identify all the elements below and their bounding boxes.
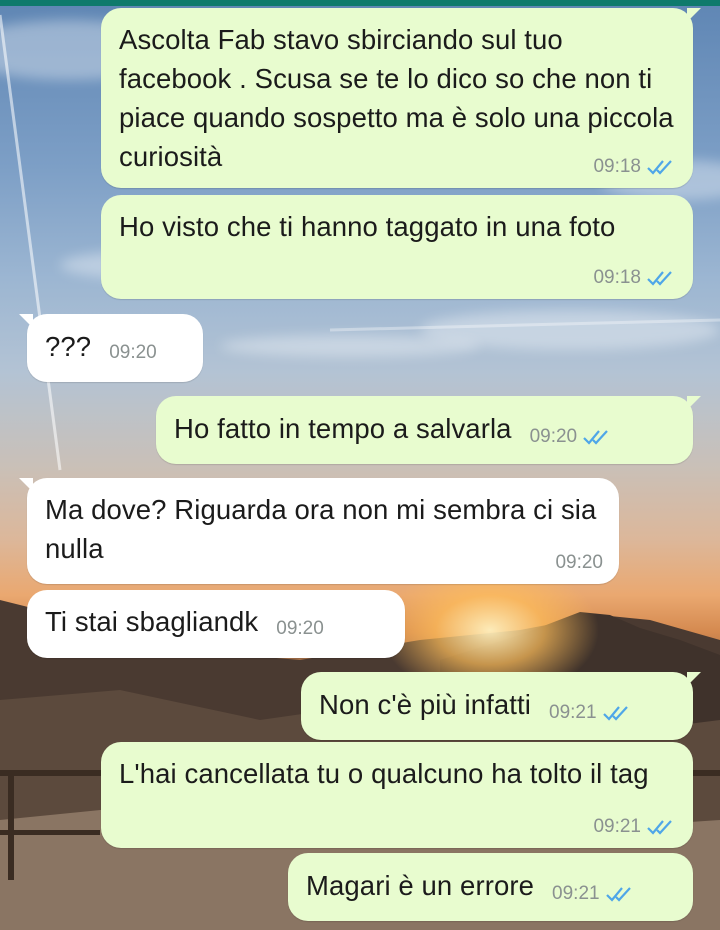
message-time: 09:18 — [593, 267, 641, 288]
double-check-icon — [647, 820, 672, 835]
message-text: Ho visto che ti hanno taggato in una fot… — [119, 211, 616, 242]
double-check-icon — [602, 706, 628, 721]
message-text: Ma dove? Riguarda ora non mi sembra ci s… — [45, 494, 605, 564]
message-meta: 09:18 — [593, 156, 677, 178]
message-time: 09:21 — [549, 702, 597, 723]
message-bubble-outgoing[interactable]: Non c'è più infatti 09:21 — [301, 672, 701, 740]
message-time: 09:20 — [529, 426, 578, 447]
message-time: 09:20 — [555, 552, 603, 573]
message-meta: 09:20 — [530, 426, 614, 448]
double-check-icon — [583, 430, 608, 445]
message-bubble-outgoing[interactable]: L'hai cancellata tu o qualcuno ha tolto … — [101, 742, 693, 848]
double-check-icon — [647, 160, 672, 175]
message-meta: 09:18 — [593, 267, 677, 289]
message-bubble-outgoing[interactable]: Ho fatto in tempo a salvarla 09:20 — [156, 396, 701, 464]
message-bubble-outgoing[interactable]: Ho visto che ti hanno taggato in una fot… — [101, 195, 693, 299]
message-text: Ho fatto in tempo a salvarla — [174, 413, 512, 444]
message-time: 09:21 — [593, 816, 641, 837]
message-bubble-incoming[interactable]: Ti stai sbagliandk 09:20 — [27, 590, 405, 658]
message-bubble-outgoing[interactable]: Ascolta Fab stavo sbirciando sul tuo fac… — [101, 8, 701, 188]
message-bubble-incoming[interactable]: ??? 09:20 — [19, 314, 203, 382]
message-text: Magari è un errore — [306, 870, 535, 901]
message-text: Non c'è più infatti — [319, 689, 531, 720]
message-meta: 09:21 — [593, 816, 677, 838]
message-text: Ti stai sbagliandk — [45, 606, 259, 637]
message-text: ??? — [45, 331, 92, 362]
message-time: 09:21 — [552, 883, 600, 904]
message-meta: 09:21 — [549, 702, 633, 724]
message-text: L'hai cancellata tu o qualcuno ha tolto … — [119, 758, 649, 789]
message-time: 09:20 — [276, 618, 324, 639]
message-meta: 09:20 — [555, 552, 603, 574]
message-meta: 09:21 — [552, 883, 636, 905]
message-time: 09:20 — [109, 342, 157, 363]
message-bubble-incoming[interactable]: Ma dove? Riguarda ora non mi sembra ci s… — [19, 478, 619, 584]
message-time: 09:18 — [593, 156, 641, 177]
message-bubble-outgoing[interactable]: Magari è un errore 09:21 — [288, 853, 693, 921]
double-check-icon — [605, 887, 631, 902]
double-check-icon — [647, 271, 672, 286]
message-text: Ascolta Fab stavo sbirciando sul tuo fac… — [119, 24, 682, 172]
